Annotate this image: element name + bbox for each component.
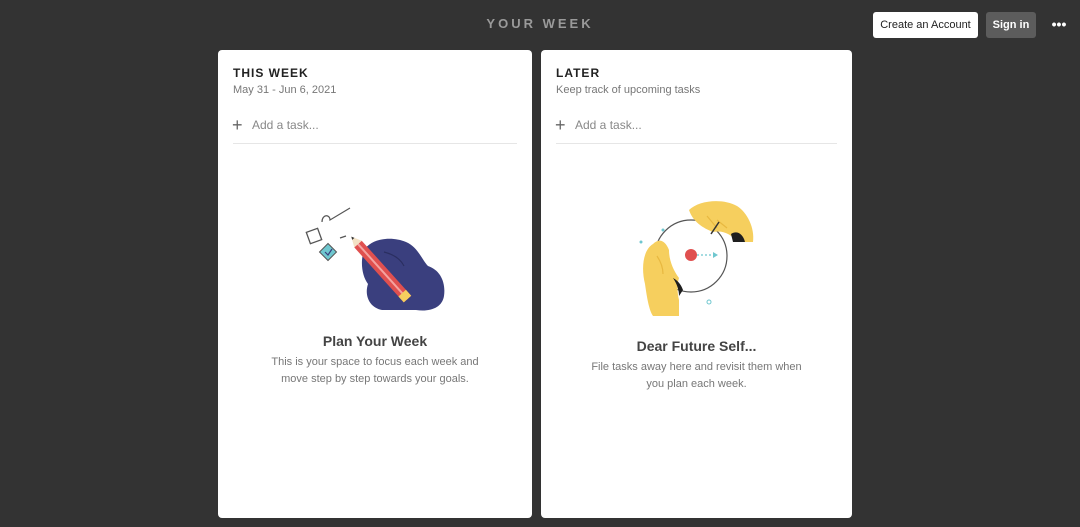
hand-bottom-shape [643,240,679,316]
add-task-label: Add a task... [252,118,319,132]
dear-future-self-title: Dear Future Self... [636,338,757,354]
plus-icon: + [555,115,566,135]
plan-your-week-title: Plan Your Week [322,333,428,349]
plus-icon: + [232,115,243,135]
this-week-title: THIS WEEK [233,66,309,80]
more-options-icon[interactable]: ••• [1048,14,1070,34]
checked-box-icon [318,242,338,262]
plan-your-week-description: This is your space to focus each week an… [271,356,479,385]
dear-future-self-description: File tasks away here and revisit them wh… [591,361,802,390]
empty-checkbox-icon [305,227,323,245]
later-add-task[interactable]: + Add a task... [555,116,838,136]
later-subtitle: Keep track of upcoming tasks [556,84,701,96]
this-week-card: THIS WEEK May 31 - Jun 6, 2021 + Add a t… [218,50,532,518]
later-card: LATER Keep track of upcoming tasks + Add… [541,50,852,518]
this-week-add-task[interactable]: + Add a task... [232,116,518,136]
add-task-label: Add a task... [575,118,642,132]
divider [233,143,517,144]
plan-week-illustration [305,207,445,311]
later-title: LATER [556,66,601,80]
create-account-button[interactable]: Create an Account [873,12,978,38]
sign-in-button[interactable]: Sign in [986,12,1036,38]
future-self-illustration [639,201,754,316]
this-week-date-range: May 31 - Jun 6, 2021 [233,84,337,96]
divider [556,143,837,144]
